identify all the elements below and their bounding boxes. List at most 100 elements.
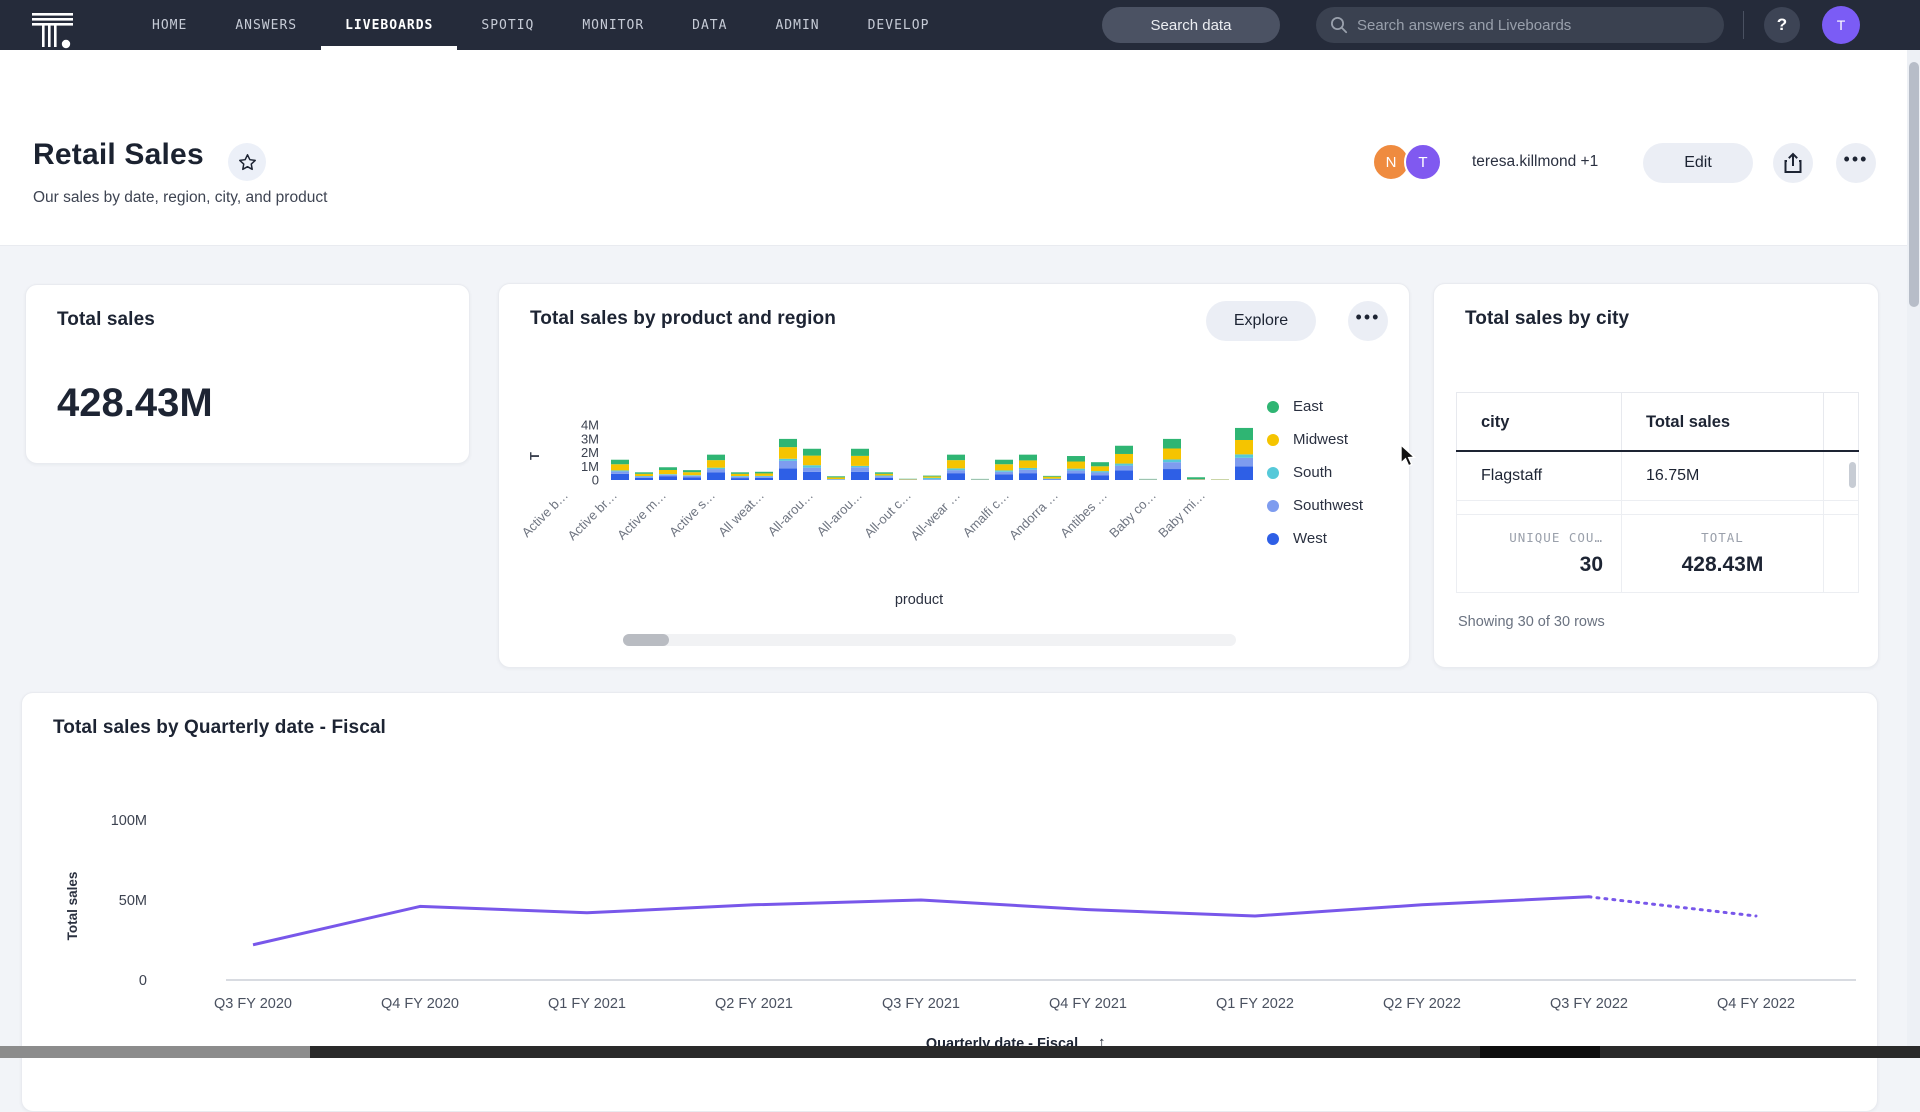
column-header-city[interactable]: city bbox=[1457, 393, 1622, 452]
bar-stack[interactable] bbox=[995, 460, 1013, 480]
bar-stack[interactable] bbox=[803, 449, 821, 480]
table-scrollbar-thumb[interactable] bbox=[1849, 462, 1856, 488]
bottom-scrubber[interactable] bbox=[0, 1046, 1920, 1058]
bar-stack[interactable] bbox=[1211, 479, 1229, 480]
svg-text:Andorra …: Andorra … bbox=[1006, 488, 1061, 543]
legend-item-east[interactable]: East bbox=[1267, 390, 1363, 423]
bar-stack[interactable] bbox=[1067, 456, 1085, 480]
chart-horizontal-scrollbar[interactable] bbox=[623, 634, 1236, 646]
bar-stack[interactable] bbox=[731, 472, 749, 480]
global-search-box[interactable] bbox=[1316, 7, 1724, 43]
share-icon bbox=[1783, 152, 1803, 174]
bar-stack[interactable] bbox=[1235, 428, 1253, 480]
liveboard-header: Retail Sales Our sales by date, region, … bbox=[0, 50, 1920, 246]
bar-stack[interactable] bbox=[1139, 479, 1157, 480]
svg-text:Active br…: Active br… bbox=[565, 488, 621, 544]
cell-total-sales[interactable]: 16.75M bbox=[1622, 451, 1824, 501]
favorite-button[interactable] bbox=[228, 143, 266, 181]
bar-stack[interactable] bbox=[971, 479, 989, 480]
bar-stack[interactable] bbox=[1115, 446, 1133, 480]
svg-text:3M: 3M bbox=[581, 431, 599, 446]
bar-stack[interactable] bbox=[947, 455, 965, 480]
table-row[interactable]: Flagstaff16.75M bbox=[1457, 451, 1859, 501]
legend-item-south[interactable]: South bbox=[1267, 456, 1363, 489]
share-button[interactable] bbox=[1773, 143, 1813, 183]
table-partial-row bbox=[1457, 501, 1859, 515]
bar-stack[interactable] bbox=[659, 467, 677, 480]
search-data-button[interactable]: Search data bbox=[1102, 7, 1280, 43]
svg-text:Q3 FY 2021: Q3 FY 2021 bbox=[882, 996, 960, 1012]
legend-item-midwest[interactable]: Midwest bbox=[1267, 423, 1363, 456]
chart-legend: East Midwest South SouthwestWest bbox=[1267, 390, 1363, 555]
nav-item-home[interactable]: HOME bbox=[128, 0, 211, 50]
bar-stack[interactable] bbox=[923, 476, 941, 480]
table-header-row: city Total sales bbox=[1457, 393, 1859, 452]
help-button[interactable]: ? bbox=[1764, 7, 1800, 43]
nav-item-develop[interactable]: DEVELOP bbox=[844, 0, 954, 50]
svg-text:Total sales: Total sales bbox=[65, 872, 80, 941]
svg-text:Active b…: Active b… bbox=[519, 488, 572, 541]
nav-item-monitor[interactable]: MONITOR bbox=[558, 0, 668, 50]
bar-stack[interactable] bbox=[1163, 439, 1181, 480]
legend-item-west[interactable]: West bbox=[1267, 522, 1363, 555]
bottom-scrubber-thumb[interactable] bbox=[0, 1046, 310, 1058]
nav-item-admin[interactable]: ADMIN bbox=[751, 0, 843, 50]
bar-stack[interactable] bbox=[683, 470, 701, 480]
svg-text:100M: 100M bbox=[111, 813, 147, 829]
svg-text:Active s…: Active s… bbox=[666, 488, 718, 540]
column-header-total-sales[interactable]: Total sales bbox=[1622, 393, 1824, 452]
page-title: Retail Sales bbox=[33, 138, 204, 172]
bar-stack[interactable] bbox=[779, 439, 797, 480]
mouse-cursor bbox=[1398, 444, 1420, 468]
edit-button[interactable]: Edit bbox=[1643, 143, 1753, 183]
bar-stack[interactable] bbox=[611, 460, 629, 480]
bar-stack[interactable] bbox=[707, 455, 725, 480]
ellipsis-icon: ••• bbox=[1844, 154, 1869, 172]
bar-stack[interactable] bbox=[755, 472, 773, 480]
nav-item-data[interactable]: DATA bbox=[668, 0, 751, 50]
more-options-button[interactable]: ••• bbox=[1836, 143, 1876, 183]
bar-stack[interactable] bbox=[899, 479, 917, 480]
page-scrollbar-thumb[interactable] bbox=[1909, 62, 1919, 307]
legend-label: East bbox=[1293, 398, 1323, 415]
cell-city[interactable]: Flagstaff bbox=[1457, 451, 1622, 501]
svg-text:Baby co…: Baby co… bbox=[1106, 488, 1159, 541]
primary-nav: HOMEANSWERSLIVEBOARDSSPOTIQMONITORDATAAD… bbox=[128, 0, 953, 50]
thoughtspot-logo-icon[interactable] bbox=[30, 8, 78, 50]
chart-card-product-region: Total sales by product and region Explor… bbox=[498, 283, 1410, 668]
author-avatar-t[interactable]: T bbox=[1404, 143, 1442, 181]
bar-stack[interactable] bbox=[1187, 477, 1205, 480]
city-table: city Total sales Flagstaff16.75M UNIQUE … bbox=[1456, 392, 1859, 593]
bottom-scrubber-segment bbox=[1480, 1046, 1600, 1058]
bar-stack[interactable] bbox=[827, 476, 845, 480]
kpi-card-total-sales[interactable]: Total sales 428.43M bbox=[25, 284, 470, 464]
bar-stack[interactable] bbox=[875, 472, 893, 480]
legend-dot bbox=[1267, 467, 1279, 479]
user-avatar[interactable]: T bbox=[1822, 6, 1860, 44]
chart-scrollbar-thumb[interactable] bbox=[623, 634, 669, 646]
x-axis-title: product bbox=[839, 592, 999, 608]
nav-item-answers[interactable]: ANSWERS bbox=[211, 0, 321, 50]
bar-stack[interactable] bbox=[635, 472, 653, 480]
bar-stack[interactable] bbox=[1019, 455, 1037, 480]
bar-stack[interactable] bbox=[851, 449, 869, 480]
legend-item-southwest[interactable]: Southwest bbox=[1267, 489, 1363, 522]
bar-stack[interactable] bbox=[1091, 462, 1109, 480]
bar-stack[interactable] bbox=[1043, 476, 1061, 480]
authors-label[interactable]: teresa.killmond +1 bbox=[1472, 153, 1598, 171]
search-icon bbox=[1330, 16, 1348, 34]
page-scrollbar[interactable] bbox=[1907, 50, 1920, 1058]
summary-total-label: TOTAL bbox=[1622, 530, 1823, 545]
city-table-title: Total sales by city bbox=[1465, 308, 1629, 330]
svg-text:2M: 2M bbox=[581, 445, 599, 460]
svg-text:All-out c…: All-out c… bbox=[861, 488, 914, 541]
global-search-input[interactable] bbox=[1357, 17, 1710, 34]
legend-label: South bbox=[1293, 464, 1332, 481]
svg-text:All weat…: All weat… bbox=[715, 488, 767, 540]
kpi-card-title: Total sales bbox=[57, 309, 155, 331]
svg-text:1M: 1M bbox=[581, 459, 599, 474]
nav-item-liveboards[interactable]: LIVEBOARDS bbox=[321, 0, 457, 50]
legend-dot bbox=[1267, 500, 1279, 512]
nav-item-spotiq[interactable]: SPOTIQ bbox=[457, 0, 558, 50]
rows-count-label: Showing 30 of 30 rows bbox=[1458, 614, 1605, 630]
